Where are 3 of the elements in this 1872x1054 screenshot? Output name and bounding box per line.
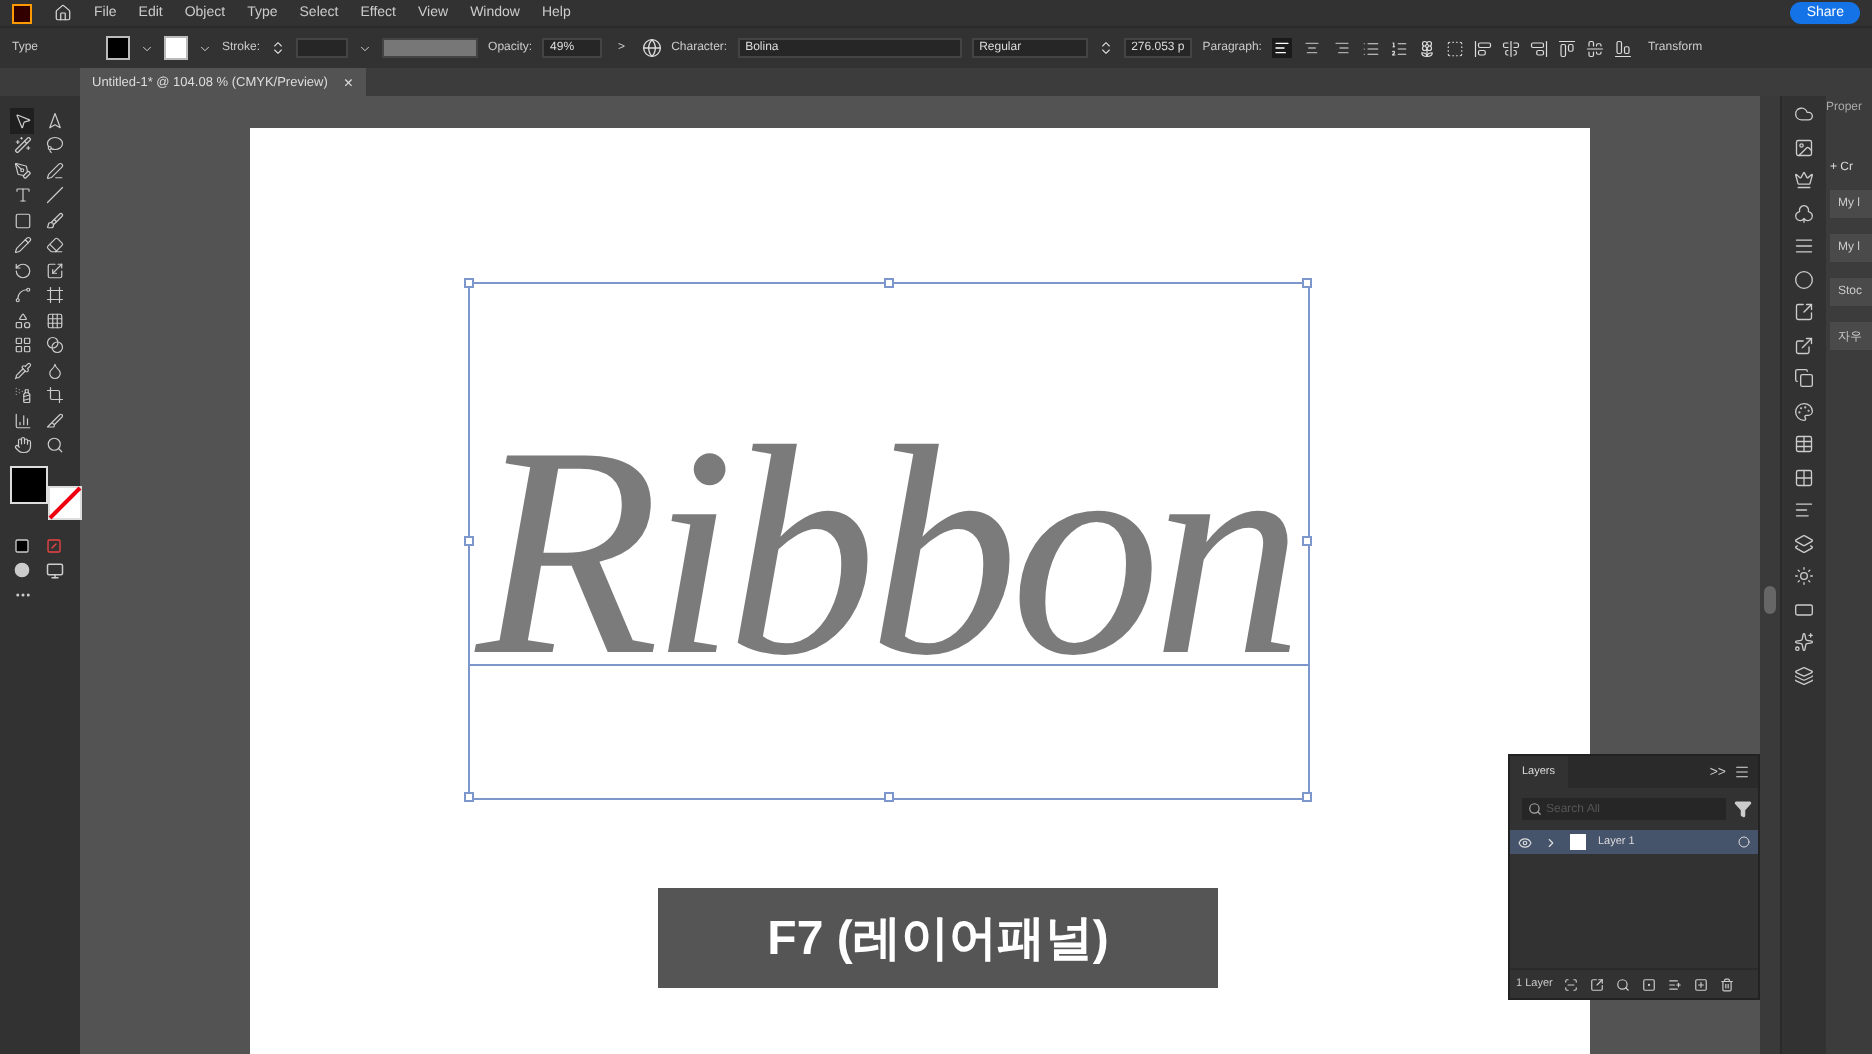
caption-banner: F7 (레이어패널) — [658, 888, 1218, 988]
close-icon[interactable]: × — [343, 73, 354, 91]
artwork-text[interactable]: Ribbon — [476, 402, 1295, 702]
